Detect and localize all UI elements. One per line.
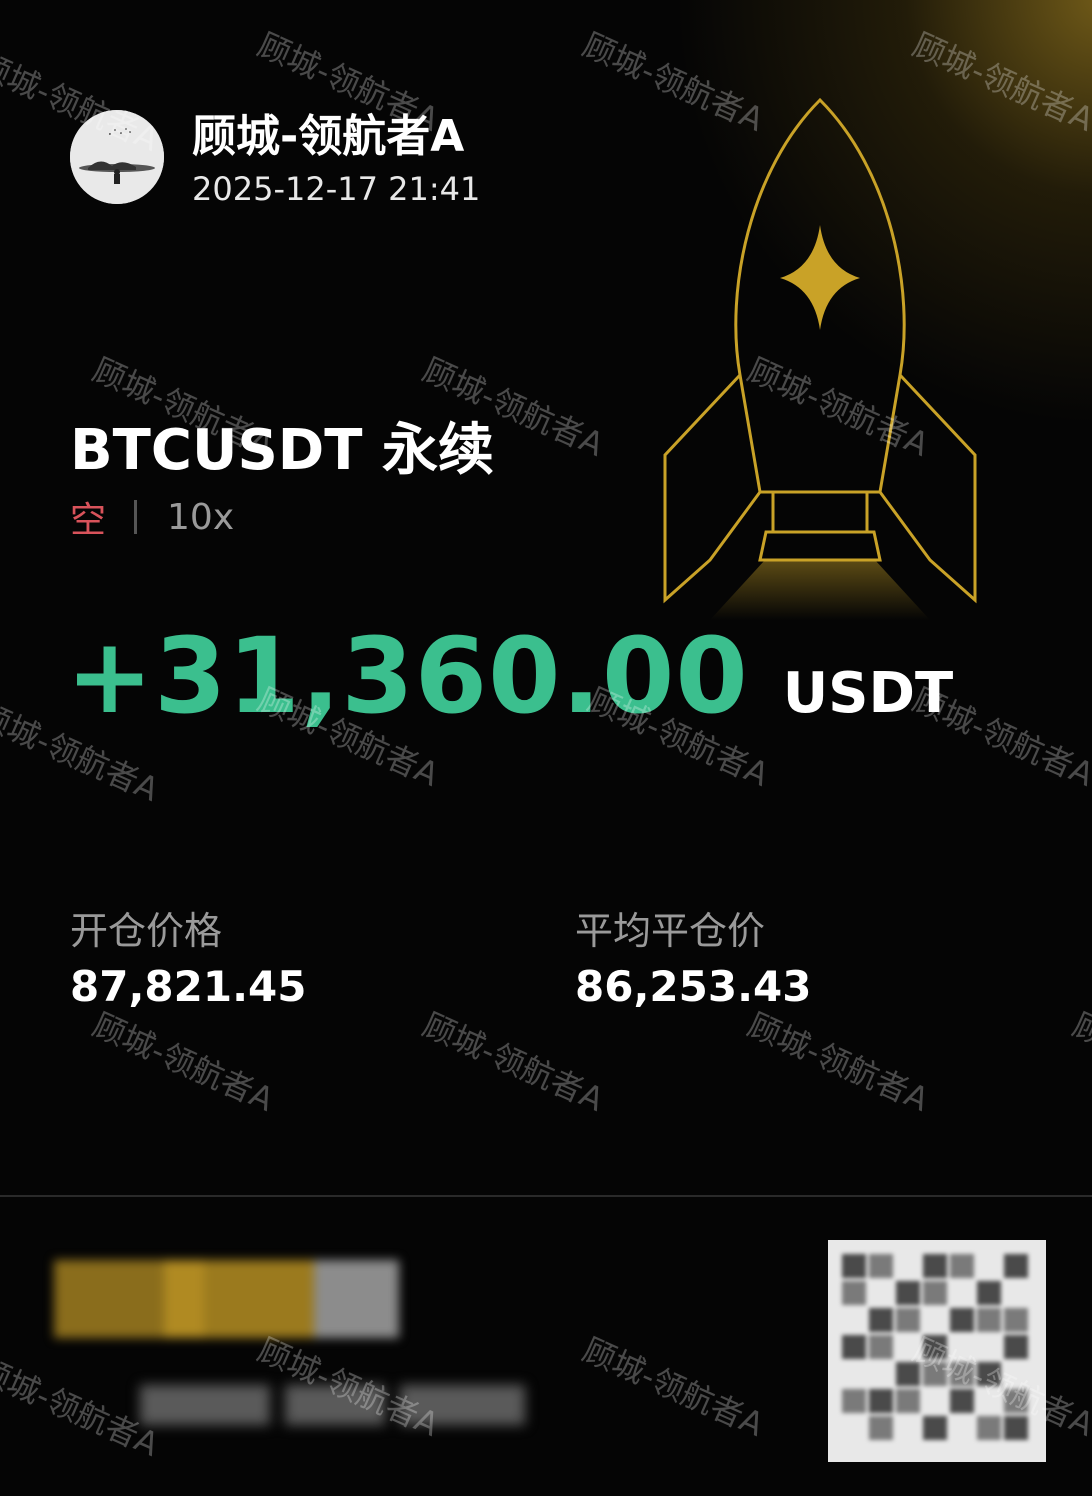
qr-cell	[923, 1254, 947, 1278]
pnl-row: +31,360.00 USDT	[66, 615, 953, 737]
watermark-text: 顾城-领航者A	[417, 1005, 610, 1119]
qr-cell	[869, 1308, 893, 1332]
qr-cell	[896, 1362, 920, 1386]
qr-cell	[869, 1335, 893, 1359]
qr-cell	[977, 1416, 1001, 1440]
user-name: 顾城-领航者A	[192, 111, 465, 162]
close-price-label: 平均平仓价	[575, 909, 766, 953]
watermark-text: 顾城-领航者A	[1067, 1005, 1092, 1119]
qr-cell	[1004, 1335, 1028, 1359]
share-card: 顾城-领航者A 2025-12-17 21:41 BTCUSDT 永续 空 10…	[0, 0, 1092, 1496]
qr-cell	[1004, 1254, 1028, 1278]
blurred-footer-text	[140, 1385, 540, 1425]
qr-cell	[977, 1362, 1001, 1386]
qr-cell	[977, 1281, 1001, 1305]
qr-cell	[869, 1254, 893, 1278]
qr-cell	[950, 1389, 974, 1413]
qr-cell	[950, 1308, 974, 1332]
qr-cell	[1004, 1416, 1028, 1440]
qr-cell	[896, 1308, 920, 1332]
qr-cell	[842, 1281, 866, 1305]
landscape-avatar-icon	[70, 110, 164, 204]
qr-cell	[977, 1308, 1001, 1332]
qr-cell	[842, 1389, 866, 1413]
entry-price-label: 开仓价格	[70, 909, 223, 953]
qr-cell	[950, 1254, 974, 1278]
qr-cell	[923, 1416, 947, 1440]
position-side: 空	[70, 500, 107, 541]
pnl-unit: USDT	[782, 661, 954, 726]
watermark-text: 顾城-领航者A	[742, 1005, 935, 1119]
divider	[134, 500, 138, 534]
blurred-brand-logo	[54, 1260, 399, 1338]
entry-price-value: 87,821.45	[70, 962, 307, 1011]
contract-symbol: BTCUSDT 永续	[70, 418, 494, 483]
close-price-value: 86,253.43	[575, 962, 812, 1011]
qr-cell	[896, 1389, 920, 1413]
qr-cell	[869, 1416, 893, 1440]
qr-cell	[1004, 1308, 1028, 1332]
post-timestamp: 2025-12-17 21:41	[192, 170, 481, 208]
four-point-star-icon	[780, 225, 860, 330]
qr-code-icon	[828, 1240, 1046, 1462]
leverage: 10x	[167, 496, 235, 538]
rocket-icon	[663, 97, 977, 620]
watermark-text: 顾城-领航者A	[87, 1005, 280, 1119]
qr-cells	[842, 1254, 1032, 1448]
qr-cell	[923, 1362, 947, 1386]
qr-cell	[950, 1362, 974, 1386]
qr-cell	[869, 1389, 893, 1413]
watermark-text: 顾城-领航者A	[577, 1330, 770, 1444]
qr-cell	[923, 1335, 947, 1359]
position-side-line: 空 10x	[70, 492, 234, 542]
avatar[interactable]	[70, 110, 164, 204]
pnl-value: +31,360.00	[66, 615, 749, 737]
footer-divider	[0, 1195, 1092, 1197]
qr-cell	[842, 1254, 866, 1278]
qr-cell	[923, 1281, 947, 1305]
qr-cell	[896, 1281, 920, 1305]
qr-cell	[842, 1335, 866, 1359]
qr-cell	[1004, 1389, 1028, 1413]
